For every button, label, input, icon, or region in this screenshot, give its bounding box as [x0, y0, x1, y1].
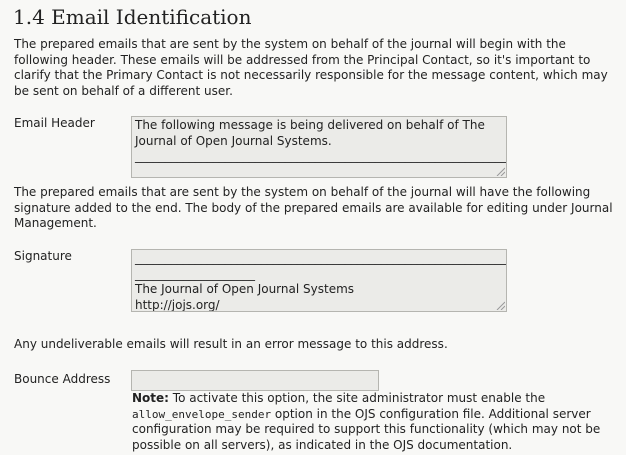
signature-line: ____________________: [135, 266, 255, 281]
note-label: Note:: [132, 391, 169, 405]
bounce-note: Note: To activate this option, the site …: [132, 391, 602, 453]
section-title: 1.4 Email Identification: [13, 5, 252, 29]
email-header-line: Journal of Open Journal Systems.: [135, 133, 332, 148]
intro-paragraph: The prepared emails that are sent by the…: [14, 37, 608, 98]
bounce-address-label: Bounce Address: [14, 372, 111, 386]
signature-textarea[interactable]: ________________________________________…: [131, 249, 507, 312]
resize-grip-icon[interactable]: [495, 166, 505, 176]
signature-line: ________________________________________…: [135, 251, 507, 265]
signature-intro-paragraph: The prepared emails that are sent by the…: [14, 185, 613, 230]
resize-grip-icon[interactable]: [495, 300, 505, 310]
note-config-option: allow_envelope_sender: [132, 407, 272, 421]
signature-line: The Journal of Open Journal Systems: [135, 282, 355, 296]
note-text: To activate this option, the site admini…: [168, 391, 546, 405]
email-header-line: ________________________________________…: [135, 149, 507, 163]
signature-label: Signature: [14, 249, 72, 263]
bounce-address-input[interactable]: [131, 370, 379, 391]
email-header-textarea[interactable]: The following message is being delivered…: [131, 116, 507, 178]
email-header-line: The following message is being delivered…: [135, 118, 485, 132]
email-header-line: ____________________: [135, 164, 255, 178]
email-header-label: Email Header: [14, 116, 95, 130]
signature-line: http://jojs.org/: [135, 297, 220, 312]
bounce-intro-paragraph: Any undeliverable emails will result in …: [14, 337, 448, 351]
